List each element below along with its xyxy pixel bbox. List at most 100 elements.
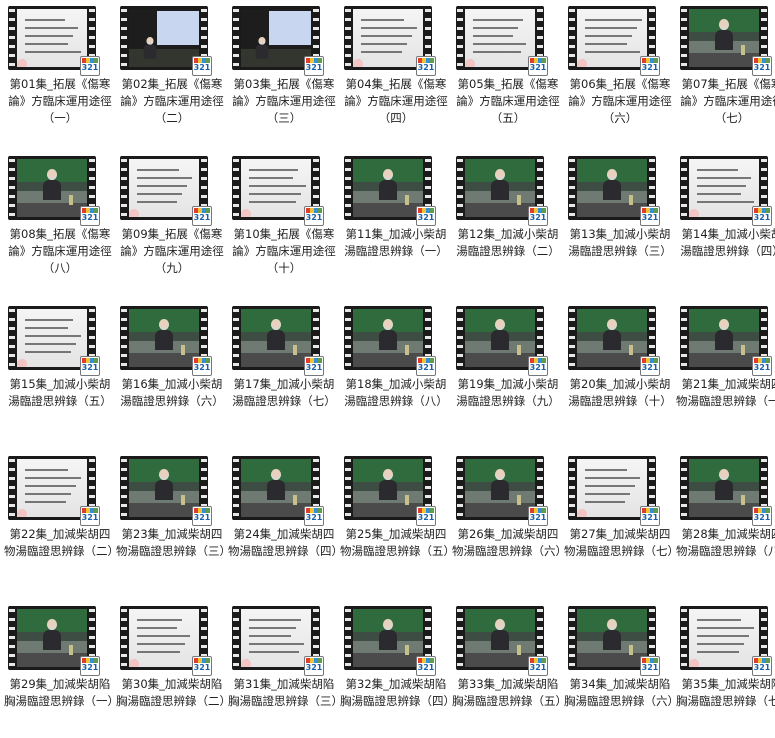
video-file-item[interactable]: 321 第15集_加減小柴胡湯臨證思辨錄（五） [4, 302, 116, 438]
video-file-item[interactable]: 321 第09集_拓展《傷寒論》方臨床運用途徑（九） [116, 152, 228, 288]
text-line [25, 19, 65, 21]
thumbnail-frame [17, 609, 87, 667]
video-file-item[interactable]: 321 第31集_加減柴胡陷胸湯臨證思辨錄（三） [228, 602, 343, 738]
desk [353, 653, 423, 667]
media-player-icon: 321 [80, 56, 100, 76]
badge-text: 321 [193, 663, 211, 672]
text-line [25, 493, 71, 495]
badge-text: 321 [417, 363, 435, 372]
video-file-item[interactable]: 321 第03集_拓展《傷寒論》方臨床運用途徑（三） [228, 2, 340, 138]
text-line [361, 27, 417, 29]
video-file-item[interactable]: 321 第21集_加減柴胡四物湯臨證思辨錄（一） [676, 302, 775, 438]
desk [17, 203, 87, 217]
text-line [473, 19, 523, 21]
video-file-item[interactable]: 321 第04集_拓展《傷寒論》方臨床運用途徑（四） [340, 2, 452, 138]
video-file-item[interactable]: 321 第26集_加減柴胡四物湯臨證思辨錄（六） [452, 452, 567, 588]
video-file-item[interactable]: 321 第01集_拓展《傷寒論》方臨床運用途徑（一） [4, 2, 116, 138]
thumbnail-frame [129, 609, 199, 667]
video-file-item[interactable]: 321 第35集_加減柴胡陷胸湯臨證思辨錄（七） [676, 602, 775, 738]
video-file-item[interactable]: 321 第22集_加減柴胡四物湯臨證思辨錄（二） [4, 452, 119, 588]
video-file-item[interactable]: 321 第11集_加減小柴胡湯臨證思辨錄（一） [340, 152, 452, 288]
file-name-label: 第06集_拓展《傷寒論》方臨床運用途徑（六） [568, 77, 672, 125]
video-file-item[interactable]: 321 第33集_加減柴胡陷胸湯臨證思辨錄（五） [452, 602, 567, 738]
film-perforation-left [233, 156, 239, 220]
thumbnail-frame [129, 159, 199, 217]
video-file-item[interactable]: 321 第10集_拓展《傷寒論》方臨床運用途徑（十） [228, 152, 340, 288]
video-file-item[interactable]: 321 第07集_拓展《傷寒論》方臨床運用途徑（七） [676, 2, 775, 138]
film-perforation-left [121, 456, 127, 520]
badge-text: 321 [417, 213, 435, 222]
text-line [137, 643, 185, 645]
video-file-item[interactable]: 321 第13集_加減小柴胡湯臨證思辨錄（三） [564, 152, 676, 288]
badge-text: 321 [417, 663, 435, 672]
video-file-item[interactable]: 321 第28集_加減柴胡四物湯臨證思辨錄（八） [676, 452, 775, 588]
video-file-item[interactable]: 321 第05集_拓展《傷寒論》方臨床運用途徑（五） [452, 2, 564, 138]
film-perforation-left [457, 456, 463, 520]
video-file-item[interactable]: 321 第20集_加減小柴胡湯臨證思辨錄（十） [564, 302, 676, 438]
thumbnail-frame [353, 609, 423, 667]
badge-text: 321 [753, 363, 771, 372]
file-name-label: 第12集_加減小柴胡湯臨證思辨錄（二） [456, 227, 560, 258]
badge-text: 321 [305, 63, 323, 72]
projection-screen [157, 11, 199, 45]
media-player-icon: 321 [752, 506, 772, 526]
video-file-item[interactable]: 321 第27集_加減柴胡四物湯臨證思辨錄（七） [564, 452, 679, 588]
film-perforation-left [681, 156, 687, 220]
film-perforation-left [121, 156, 127, 220]
film-perforation-left [569, 606, 575, 670]
video-file-item[interactable]: 321 第02集_拓展《傷寒論》方臨床運用途徑（二） [116, 2, 228, 138]
film-perforation-left [345, 306, 351, 370]
thumbnail-frame [689, 309, 759, 367]
badge-text: 321 [193, 213, 211, 222]
film-perforation-left [457, 156, 463, 220]
film-perforation-left [345, 6, 351, 70]
film-perforation-left [457, 6, 463, 70]
desk [577, 353, 647, 367]
video-file-item[interactable]: 321 第16集_加減小柴胡湯臨證思辨錄（六） [116, 302, 228, 438]
file-name-label: 第32集_加減柴胡陷胸湯臨證思辨錄（四） [340, 677, 455, 708]
media-player-icon: 321 [528, 206, 548, 226]
flower-decoration [17, 55, 33, 67]
badge-text: 321 [193, 513, 211, 522]
badge-text: 321 [641, 513, 659, 522]
desk-lamp [405, 195, 409, 205]
desk-lamp [741, 345, 745, 355]
desk [353, 353, 423, 367]
projection-screen [269, 11, 311, 45]
media-player-icon: 321 [640, 356, 660, 376]
media-player-icon: 321 [416, 206, 436, 226]
video-file-item[interactable]: 321 第17集_加減小柴胡湯臨證思辨錄（七） [228, 302, 340, 438]
text-line [697, 627, 754, 629]
film-perforation-left [569, 456, 575, 520]
video-file-item[interactable]: 321 第19集_加減小柴胡湯臨證思辨錄（九） [452, 302, 564, 438]
badge-text: 321 [305, 363, 323, 372]
video-file-item[interactable]: 321 第24集_加減柴胡四物湯臨證思辨錄（四） [228, 452, 343, 588]
desk-lamp [69, 645, 73, 655]
video-file-item[interactable]: 321 第25集_加減柴胡四物湯臨證思辨錄（五） [340, 452, 455, 588]
media-player-icon: 321 [640, 506, 660, 526]
video-file-item[interactable]: 321 第08集_拓展《傷寒論》方臨床運用途徑（八） [4, 152, 116, 288]
video-file-item[interactable]: 321 第34集_加減柴胡陷胸湯臨證思辨錄（六） [564, 602, 679, 738]
video-file-item[interactable]: 321 第12集_加減小柴胡湯臨證思辨錄（二） [452, 152, 564, 288]
flower-decoration [129, 655, 145, 667]
desk [465, 653, 535, 667]
video-file-item[interactable]: 321 第29集_加減柴胡陷胸湯臨證思辨錄（一） [4, 602, 119, 738]
file-name-label: 第16集_加減小柴胡湯臨證思辨錄（六） [120, 377, 224, 408]
video-file-item[interactable]: 321 第32集_加減柴胡陷胸湯臨證思辨錄（四） [340, 602, 455, 738]
media-player-icon: 321 [304, 206, 324, 226]
film-perforation-left [345, 156, 351, 220]
film-perforation-left [233, 6, 239, 70]
video-file-item[interactable]: 321 第23集_加減柴胡四物湯臨證思辨錄（三） [116, 452, 231, 588]
video-file-item[interactable]: 321 第30集_加減柴胡陷胸湯臨證思辨錄（二） [116, 602, 231, 738]
film-perforation-left [457, 606, 463, 670]
film-perforation-left [681, 606, 687, 670]
text-line [25, 319, 73, 321]
film-perforation-left [9, 156, 15, 220]
thumbnail-frame [353, 9, 423, 67]
thumbnail-frame [17, 9, 87, 67]
video-file-item[interactable]: 321 第18集_加減小柴胡湯臨證思辨錄（八） [340, 302, 452, 438]
desk-lamp [405, 495, 409, 505]
video-file-item[interactable]: 321 第06集_拓展《傷寒論》方臨床運用途徑（六） [564, 2, 676, 138]
text-line [25, 43, 68, 45]
video-file-item[interactable]: 321 第14集_加減小柴胡湯臨證思辨錄（四） [676, 152, 775, 288]
